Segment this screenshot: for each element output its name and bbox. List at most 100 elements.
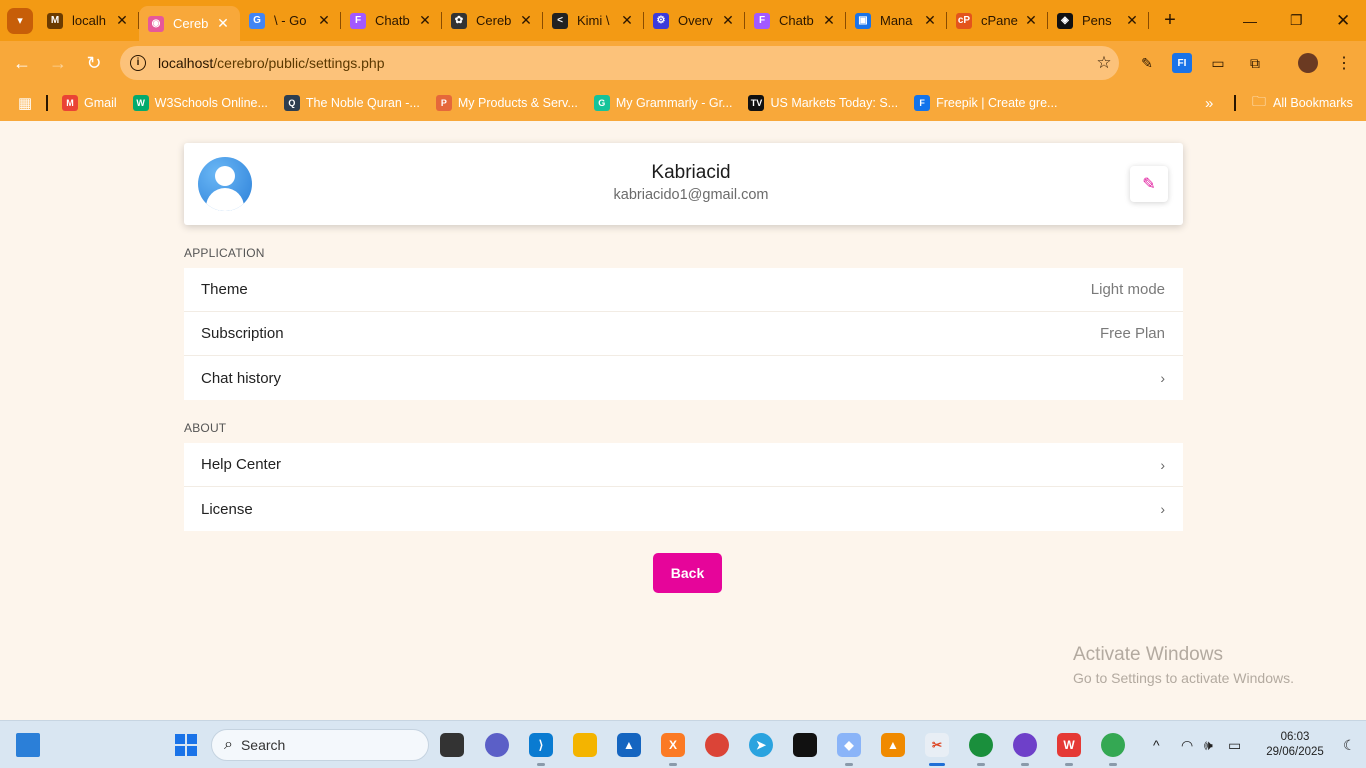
new-tab-button[interactable]: + (1155, 9, 1185, 32)
tab-close-icon[interactable]: ✕ (821, 12, 837, 29)
vlc-icon[interactable]: ▲ (881, 733, 905, 757)
reload-icon[interactable]: ↻ (76, 53, 112, 74)
browser-tab[interactable]: F Chatb ✕ (341, 0, 442, 41)
taskbar-search[interactable]: ⌕ Search (211, 729, 429, 761)
tab-close-icon[interactable]: ✕ (1124, 12, 1140, 29)
bookmark-item[interactable]: P My Products & Serv... (435, 95, 578, 111)
profile-avatar[interactable] (1298, 53, 1318, 73)
site-info-icon[interactable]: i (130, 55, 146, 71)
browser-tab[interactable]: cP cPane ✕ (947, 0, 1048, 41)
taskbar-clock[interactable]: 06:03 29/06/2025 (1255, 730, 1335, 760)
github-desktop-icon[interactable] (1013, 733, 1037, 757)
app-icon[interactable]: ◆ (837, 733, 861, 757)
profile-email: kabriacido1@gmail.com (613, 187, 769, 203)
tab-close-icon[interactable]: ✕ (720, 12, 736, 29)
fi-extension-icon[interactable]: FI (1172, 53, 1192, 73)
browser-tab[interactable]: ▣ Mana ✕ (846, 0, 947, 41)
cast-icon[interactable]: ▭ (1208, 53, 1228, 73)
bookmark-label: My Grammarly - Gr... (615, 96, 733, 110)
tab-close-icon[interactable]: ✕ (417, 12, 433, 29)
running-indicator (669, 763, 677, 766)
back-arrow-icon[interactable]: ← (4, 53, 40, 74)
close-window-button[interactable]: ✕ (1336, 0, 1350, 41)
app-icon[interactable] (793, 733, 817, 757)
all-bookmarks-folder[interactable]: 🗀 All Bookmarks (1252, 91, 1353, 115)
tab-search-button[interactable]: ▾ (7, 7, 33, 34)
extensions-puzzle-icon[interactable]: ⧉ (1245, 53, 1265, 73)
tab-title: Cereb (476, 13, 512, 28)
minimize-button[interactable]: — (1243, 0, 1257, 41)
browser-tab[interactable]: F Chatb ✕ (745, 0, 846, 41)
bookmark-item[interactable]: Q The Noble Quran -... (283, 95, 420, 111)
tab-favicon-icon: F (754, 12, 770, 29)
battery-icon[interactable]: ▭ (1228, 721, 1241, 768)
apps-grid-icon[interactable]: ▦ (18, 94, 34, 112)
browser-tab[interactable]: ◈ Pens ✕ (1048, 0, 1149, 41)
chrome-icon[interactable] (705, 733, 729, 757)
tab-close-icon[interactable]: ✕ (518, 12, 534, 29)
activate-windows-watermark: Activate Windows Go to Settings to activ… (1073, 644, 1294, 686)
address-bar[interactable]: i localhost/cerebro/public/settings.php … (120, 46, 1119, 80)
browser-tab[interactable]: Mlocalh ✕ (38, 0, 139, 41)
settings-row-license[interactable]: License › (184, 487, 1183, 531)
tab-title: Mana (880, 13, 913, 28)
show-hidden-icons-chevron-icon[interactable]: ^ (1153, 721, 1160, 768)
chrome-alt-icon[interactable] (1101, 733, 1125, 757)
chrome-profile-icon[interactable] (969, 733, 993, 757)
back-button[interactable]: Back (653, 553, 722, 593)
more-menu-icon[interactable]: ⋮ (1334, 53, 1354, 73)
tab-close-icon[interactable]: ✕ (215, 15, 231, 32)
widgets-icon[interactable] (16, 733, 40, 757)
settings-row-subscription[interactable]: Subscription Free Plan (184, 312, 1183, 356)
bookmark-item[interactable]: F Freepik | Create gre... (914, 95, 1057, 111)
wps-office-icon[interactable]: W (1057, 733, 1081, 757)
tab-close-icon[interactable]: ✕ (922, 12, 938, 29)
browser-tab[interactable]: ⚙ Overv ✕ (644, 0, 745, 41)
file-explorer-icon[interactable] (573, 733, 597, 757)
bookmark-star-icon[interactable]: ☆ (1089, 53, 1119, 73)
snipping-tool-icon[interactable]: ✂ (925, 733, 949, 757)
tab-close-icon[interactable]: ✕ (619, 12, 635, 29)
browser-tab[interactable]: < Kimi \ ✕ (543, 0, 644, 41)
tab-favicon-icon: < (552, 12, 568, 29)
tab-close-icon[interactable]: ✕ (114, 12, 130, 29)
url-text[interactable]: localhost/cerebro/public/settings.php (158, 55, 1089, 71)
teams-chat-icon[interactable] (485, 733, 509, 757)
profile-card: Kabriacid kabriacido1@gmail.com ✎ (184, 143, 1183, 225)
app-icon[interactable]: ▲ (617, 733, 641, 757)
watermark-subtitle: Go to Settings to activate Windows. (1073, 670, 1294, 686)
tab-title: Chatb (375, 13, 410, 28)
xampp-icon[interactable]: X (661, 733, 685, 757)
eyedropper-extension-icon[interactable]: ✎ (1137, 53, 1157, 73)
wifi-icon[interactable]: ◠ (1181, 721, 1193, 768)
tab-close-icon[interactable]: ✕ (316, 12, 332, 29)
start-button[interactable] (174, 733, 198, 757)
tab-title: Overv (678, 13, 713, 28)
more-bookmarks-chevron-icon[interactable]: » (1205, 95, 1213, 112)
telegram-icon[interactable]: ➤ (749, 733, 773, 757)
tab-favicon-icon: ⚙ (653, 12, 669, 29)
bookmark-item[interactable]: G My Grammarly - Gr... (593, 95, 733, 111)
vscode-icon[interactable]: ⟩ (529, 733, 553, 757)
settings-row-label: Chat history (201, 369, 282, 387)
tab-favicon-icon: F (350, 12, 366, 29)
tab-favicon-icon: ▣ (855, 12, 871, 29)
settings-row-help-center[interactable]: Help Center › (184, 443, 1183, 487)
bookmark-item[interactable]: M Gmail (62, 95, 117, 111)
browser-tab[interactable]: ◉ Cereb ✕ (139, 6, 240, 41)
tab-close-icon[interactable]: ✕ (1023, 12, 1039, 29)
forward-arrow-icon[interactable]: → (40, 53, 76, 74)
settings-row-chat-history[interactable]: Chat history › (184, 356, 1183, 400)
notifications-moon-icon[interactable]: ☾ (1343, 721, 1356, 768)
task-view-icon[interactable] (440, 733, 464, 757)
volume-icon[interactable]: 🕪 (1204, 721, 1213, 768)
bookmark-favicon-icon: M (62, 95, 78, 111)
windows-taskbar: ⌕ Search ⟩ ▲ X ➤ ◆ ▲ ✂ W ^ ◠ 🕪 ▭ 06:03 2… (0, 720, 1366, 768)
bookmark-item[interactable]: TV US Markets Today: S... (748, 95, 898, 111)
settings-row-theme[interactable]: Theme Light mode (184, 268, 1183, 312)
browser-tab[interactable]: G \ - Go ✕ (240, 0, 341, 41)
bookmark-item[interactable]: W W3Schools Online... (132, 95, 268, 111)
browser-tab[interactable]: ✿ Cereb ✕ (442, 0, 543, 41)
maximize-button[interactable]: ❐ (1290, 0, 1303, 41)
edit-profile-button[interactable]: ✎ (1130, 166, 1168, 202)
